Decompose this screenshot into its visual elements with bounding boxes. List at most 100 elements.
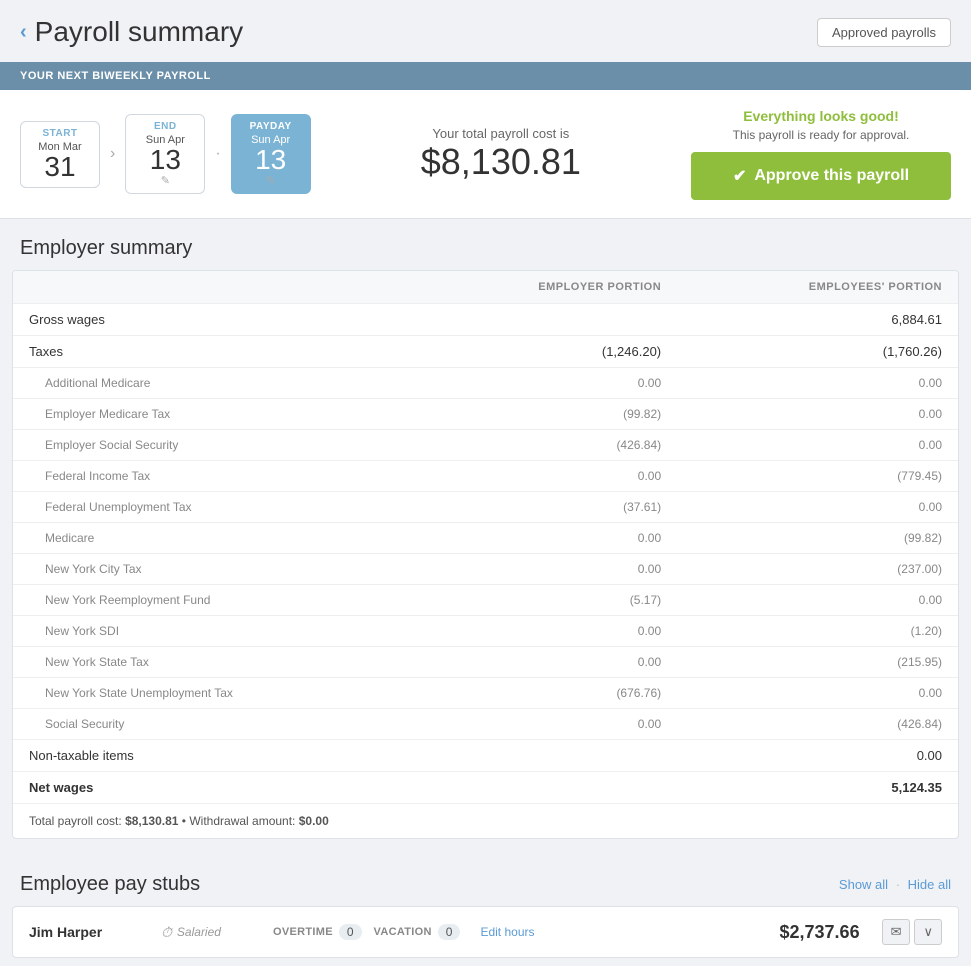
- row-label: New York Reemployment Fund: [13, 585, 414, 616]
- row-employees: (99.82): [677, 523, 958, 554]
- row-employees: (215.95): [677, 647, 958, 678]
- table-row: Federal Unemployment Tax (37.61) 0.00: [13, 492, 958, 523]
- payday-edit-icon[interactable]: ✎: [246, 174, 296, 187]
- table-row: Social Security 0.00 (426.84): [13, 709, 958, 740]
- table-row: Medicare 0.00 (99.82): [13, 523, 958, 554]
- ready-text: This payroll is ready for approval.: [691, 128, 951, 142]
- employee-name: Jim Harper: [29, 924, 149, 940]
- overtime-badge: OVERTIME 0: [273, 924, 362, 940]
- overtime-label: OVERTIME: [273, 926, 333, 938]
- clock-icon: ⏱: [161, 924, 172, 941]
- row-employees: 5,124.35: [677, 772, 958, 804]
- pay-stubs-title: Employee pay stubs: [20, 873, 200, 896]
- total-cost-label: Your total payroll cost is: [331, 126, 671, 141]
- page-title-wrap: ‹ Payroll summary: [20, 16, 243, 48]
- row-label: Federal Income Tax: [13, 461, 414, 492]
- edit-hours-link[interactable]: Edit hours: [480, 925, 534, 939]
- payday-label: PAYDAY: [246, 121, 296, 132]
- approved-payrolls-button[interactable]: Approved payrolls: [817, 18, 951, 47]
- end-label: END: [140, 121, 190, 132]
- payday-date-card: PAYDAY Sun Apr 13 ✎: [231, 114, 311, 194]
- table-row: New York Reemployment Fund (5.17) 0.00: [13, 585, 958, 616]
- payroll-banner: YOUR NEXT BIWEEKLY PAYROLL: [0, 62, 971, 90]
- table-row: New York City Tax 0.00 (237.00): [13, 554, 958, 585]
- col-employer-header: EMPLOYER PORTION: [414, 271, 677, 304]
- row-employer: (37.61): [414, 492, 677, 523]
- row-employees: 0.00: [677, 368, 958, 399]
- arrow-icon: ›: [106, 145, 119, 163]
- row-employees: (779.45): [677, 461, 958, 492]
- row-employees: 0.00: [677, 399, 958, 430]
- table-header-row: EMPLOYER PORTION EMPLOYEES' PORTION: [13, 271, 958, 304]
- total-cost-value: $8,130.81: [331, 141, 671, 183]
- row-label: Net wages: [13, 772, 414, 804]
- hide-all-link[interactable]: Hide all: [908, 877, 951, 892]
- pay-stubs-list: Jim Harper ⏱ Salaried OVERTIME 0 VACATIO…: [0, 906, 971, 958]
- dates-area: START Mon Mar 31 › END Sun Apr 13 ✎ · PA…: [20, 114, 311, 194]
- row-label: Taxes: [13, 336, 414, 368]
- table-row: Federal Income Tax 0.00 (779.45): [13, 461, 958, 492]
- employer-summary-title: Employer summary: [0, 219, 971, 270]
- withdrawal-label: Withdrawal amount:: [189, 814, 295, 828]
- back-button[interactable]: ‹: [20, 21, 27, 44]
- stub-email-button[interactable]: ✉: [882, 919, 911, 945]
- pay-stub-amount: $2,737.66: [780, 922, 860, 943]
- type-label: Salaried: [177, 925, 221, 939]
- row-employees: 6,884.61: [677, 304, 958, 336]
- row-employer: [414, 304, 677, 336]
- pay-stub-row: Jim Harper ⏱ Salaried OVERTIME 0 VACATIO…: [12, 906, 959, 958]
- table-row: New York SDI 0.00 (1.20): [13, 616, 958, 647]
- row-employer: 0.00: [414, 554, 677, 585]
- row-label: New York State Tax: [13, 647, 414, 678]
- row-label: Non-taxable items: [13, 740, 414, 772]
- row-employer: 0.00: [414, 647, 677, 678]
- payday-day: 13: [246, 146, 296, 174]
- total-label: Total payroll cost:: [29, 814, 122, 828]
- row-label: Employer Social Security: [13, 430, 414, 461]
- table-row: Additional Medicare 0.00 0.00: [13, 368, 958, 399]
- show-all-link[interactable]: Show all: [839, 877, 888, 892]
- table-row: New York State Unemployment Tax (676.76)…: [13, 678, 958, 709]
- checkmark-icon: ✔: [733, 166, 746, 186]
- row-employer: (1,246.20): [414, 336, 677, 368]
- row-employees: 0.00: [677, 430, 958, 461]
- total-value: $8,130.81: [125, 814, 178, 828]
- row-label: New York State Unemployment Tax: [13, 678, 414, 709]
- employee-pay-stubs-section: Employee pay stubs Show all · Hide all J…: [0, 855, 971, 958]
- row-employees: (1.20): [677, 616, 958, 647]
- row-employees: (237.00): [677, 554, 958, 585]
- row-employer: (426.84): [414, 430, 677, 461]
- vacation-value: 0: [438, 924, 461, 940]
- end-edit-icon[interactable]: ✎: [140, 174, 190, 187]
- employer-table: EMPLOYER PORTION EMPLOYEES' PORTION Gros…: [13, 271, 958, 803]
- row-employees: (426.84): [677, 709, 958, 740]
- row-employer: [414, 740, 677, 772]
- row-employer: 0.00: [414, 523, 677, 554]
- row-employees: 0.00: [677, 678, 958, 709]
- table-row: Taxes (1,246.20) (1,760.26): [13, 336, 958, 368]
- table-footer: Total payroll cost: $8,130.81 • Withdraw…: [13, 803, 958, 838]
- approve-btn-label: Approve this payroll: [754, 167, 909, 185]
- col-label-header: [13, 271, 414, 304]
- vacation-badge: VACATION 0: [374, 924, 461, 940]
- approve-button[interactable]: ✔ Approve this payroll: [691, 152, 951, 200]
- show-hide-links: Show all · Hide all: [839, 877, 951, 892]
- row-employer: (5.17): [414, 585, 677, 616]
- dates-total-approve: START Mon Mar 31 › END Sun Apr 13 ✎ · PA…: [0, 90, 971, 219]
- pay-stub-actions: ✉ ∨: [882, 919, 942, 945]
- employer-table-wrap: EMPLOYER PORTION EMPLOYEES' PORTION Gros…: [12, 270, 959, 839]
- row-label: Federal Unemployment Tax: [13, 492, 414, 523]
- row-employer: 0.00: [414, 616, 677, 647]
- row-employer: 0.00: [414, 461, 677, 492]
- row-employer: 0.00: [414, 368, 677, 399]
- stub-expand-button[interactable]: ∨: [914, 919, 942, 945]
- row-employer: [414, 772, 677, 804]
- withdrawal-value: $0.00: [299, 814, 329, 828]
- link-separator: ·: [896, 877, 904, 892]
- start-label: START: [35, 128, 85, 139]
- payroll-banner-wrap: YOUR NEXT BIWEEKLY PAYROLL START Mon Mar…: [0, 62, 971, 219]
- table-row: Gross wages 6,884.61: [13, 304, 958, 336]
- total-cost-area: Your total payroll cost is $8,130.81: [311, 126, 691, 183]
- row-employer: (99.82): [414, 399, 677, 430]
- row-employees: 0.00: [677, 740, 958, 772]
